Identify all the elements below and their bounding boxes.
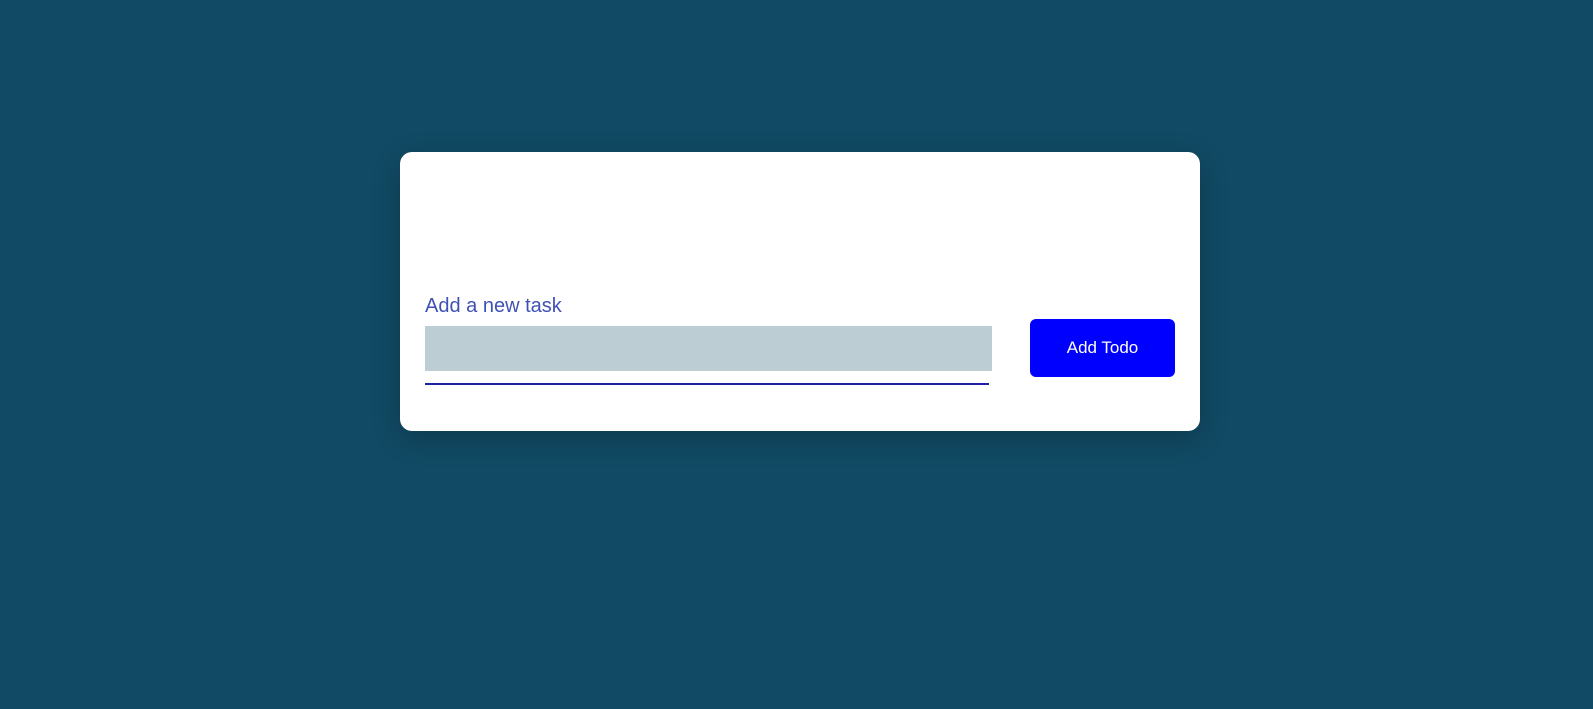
task-input-label: Add a new task bbox=[425, 295, 562, 317]
input-underline bbox=[425, 383, 989, 385]
task-input[interactable] bbox=[425, 326, 992, 371]
todo-card: Add a new task Add Todo bbox=[400, 152, 1200, 431]
add-todo-button[interactable]: Add Todo bbox=[1030, 319, 1175, 377]
